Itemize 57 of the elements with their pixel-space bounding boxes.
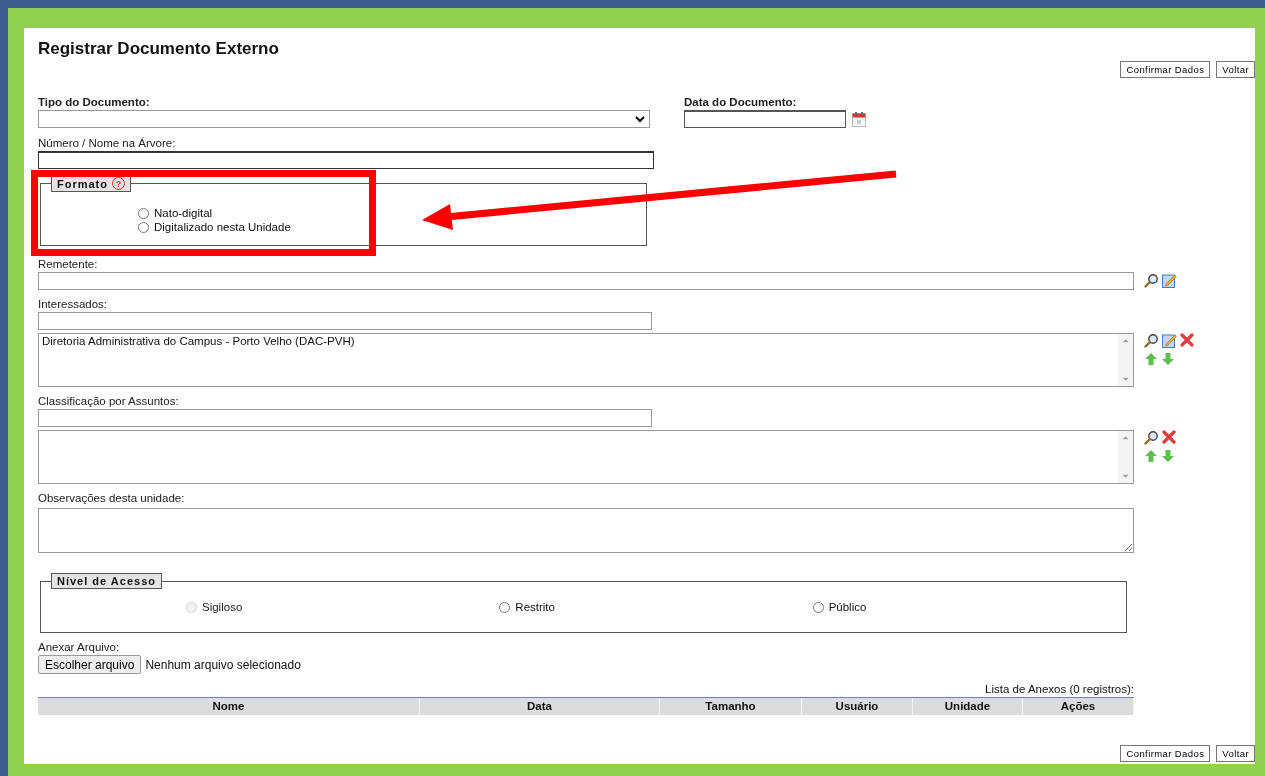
column-header: Usuário	[802, 698, 913, 715]
field-label: Anexar Arquivo:	[38, 641, 120, 653]
column-header: Tamanho	[660, 698, 802, 715]
choose-file-button[interactable]: Escolher arquivo	[38, 655, 142, 674]
field-label: Tipo do Documento:	[38, 96, 150, 108]
field-label: Interessados:	[38, 298, 108, 310]
arrow-down-icon[interactable]	[1161, 449, 1175, 463]
document-type-select[interactable]	[38, 110, 650, 128]
field-label: Número / Nome na Árvore:	[38, 137, 176, 149]
name-field[interactable]	[38, 151, 654, 169]
column-header: Unidade	[913, 698, 1023, 715]
scrollbar[interactable]	[1118, 431, 1133, 483]
list-box[interactable]	[38, 430, 1134, 484]
radio-button[interactable]	[812, 601, 824, 613]
search-icon[interactable]	[1144, 333, 1159, 348]
action-button[interactable]: Confirmar Dados	[1120, 61, 1211, 78]
field-label: Data do Documento:	[684, 96, 797, 108]
field-label: Observações desta unidade:	[38, 492, 185, 504]
arrow-down-icon[interactable]	[1161, 352, 1175, 366]
group-legend: Nível de Acesso	[51, 573, 162, 589]
page-title: Registrar Documento Externo	[38, 38, 280, 59]
subject-field[interactable]	[38, 409, 652, 427]
column-header: Nome	[38, 698, 420, 715]
notes-field[interactable]	[38, 508, 1134, 553]
action-button[interactable]: Confirmar Dados	[1120, 745, 1211, 762]
option-label: Nato-digital	[154, 207, 213, 219]
edit-icon[interactable]	[1162, 333, 1177, 348]
scrollbar[interactable]	[1118, 334, 1133, 386]
arrow-up-icon[interactable]	[1144, 352, 1158, 366]
list-box[interactable]: Diretoria Administrativa do Campus - Porto Velho (DAC-PVH)	[38, 333, 1134, 387]
action-button[interactable]: Voltar	[1216, 745, 1255, 762]
interested-field[interactable]	[38, 312, 652, 330]
radio-button[interactable]	[138, 207, 149, 219]
radio-button[interactable]	[499, 601, 511, 613]
sender-field[interactable]	[38, 272, 1134, 290]
chevron-icon	[635, 115, 645, 123]
option-label: Digitalizado nesta Unidade	[154, 221, 291, 233]
field-label: Remetente:	[38, 258, 98, 270]
option-label: Restrito	[515, 601, 555, 613]
option-label: Público	[828, 601, 867, 613]
delete-icon[interactable]	[1180, 333, 1194, 347]
list-item[interactable]: Diretoria Administrativa do Campus - Porto Velho (DAC-PVH)	[42, 335, 1115, 347]
action-button[interactable]: Voltar	[1216, 61, 1255, 78]
date-field[interactable]	[684, 110, 846, 128]
search-icon[interactable]	[1144, 273, 1159, 288]
file-status: Nenhum arquivo selecionado	[145, 657, 301, 672]
column-header: Data	[420, 698, 660, 715]
delete-icon[interactable]	[1162, 430, 1176, 444]
option-label: Sigiloso	[202, 601, 243, 613]
field-label: Classificação por Assuntos:	[38, 395, 179, 407]
calendar-icon[interactable]	[852, 111, 866, 127]
search-icon[interactable]	[1144, 430, 1159, 445]
radio-button[interactable]	[138, 221, 149, 233]
table-caption: Lista de Anexos (0 registros):	[985, 683, 1134, 695]
edit-icon[interactable]	[1162, 273, 1177, 288]
column-header: Ações	[1023, 698, 1134, 715]
arrow-up-icon[interactable]	[1144, 449, 1158, 463]
